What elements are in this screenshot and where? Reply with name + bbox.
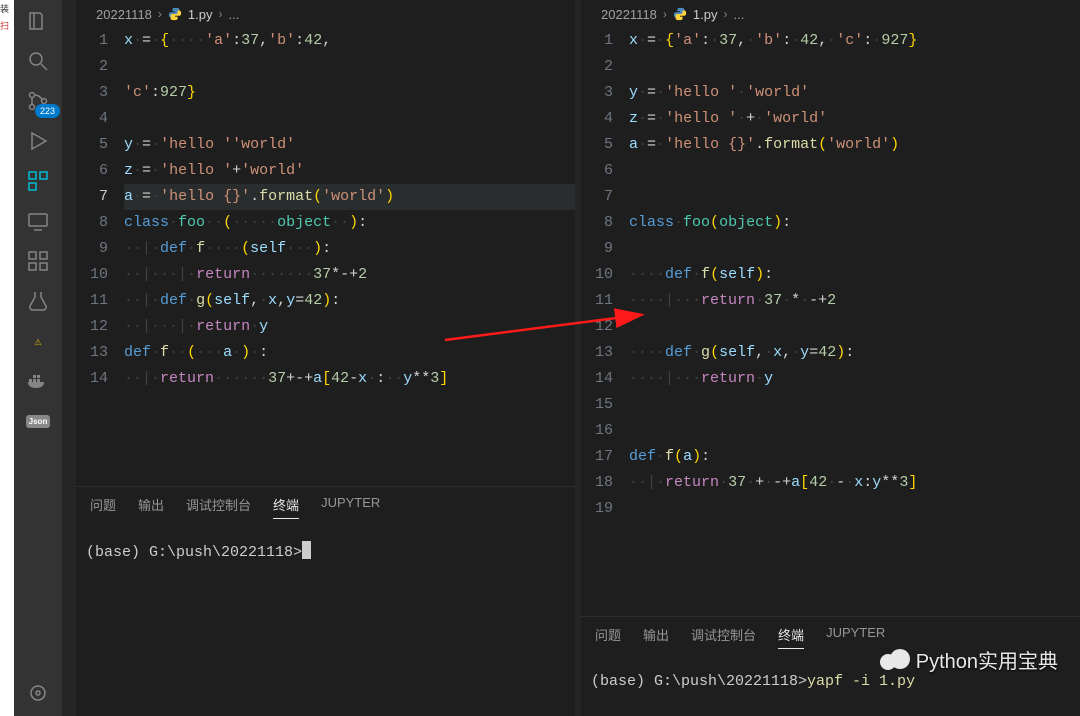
remote-icon[interactable] (25, 208, 51, 234)
breadcrumbs-left[interactable]: 20221118 › 1.py › ... (76, 0, 575, 28)
code-content[interactable]: x·=·{····'a':37,'b':42,'c':927}y·=·'hell… (124, 28, 575, 486)
panel-tab-调试控制台[interactable]: 调试控制台 (691, 625, 756, 649)
warning-icon[interactable]: ⚠ (25, 328, 51, 354)
line-gutter: 1234567891011121314 (76, 28, 124, 486)
code-content[interactable]: x·=·{'a':·37,·'b':·42,·'c':·927}y·=·'hel… (629, 28, 1080, 616)
code-area-left[interactable]: 1234567891011121314 x·=·{····'a':37,'b':… (76, 28, 575, 486)
terminal-prompt: (base) G:\push\20221118> (591, 673, 807, 690)
panel-tab-问题[interactable]: 问题 (595, 625, 621, 649)
terminal-left[interactable]: (base) G:\push\20221118> (76, 527, 575, 716)
docker-icon[interactable] (25, 368, 51, 394)
cropped-left-strip: 装 扫 (0, 0, 14, 716)
panel-tab-JUPYTER[interactable]: JUPYTER (826, 625, 885, 649)
panel-tabs: 问题输出调试控制台终端 JUPYTER (76, 487, 575, 527)
terminal-prompt: (base) G:\push\20221118> (86, 544, 302, 561)
explorer-icon[interactable] (25, 8, 51, 34)
editor-group-right: 20221118 › 1.py › ... 123456789101112131… (581, 0, 1080, 716)
breadcrumb-file[interactable]: 1.py (188, 7, 213, 22)
editor-group-left: 20221118 › 1.py › ... 123456789101112131… (76, 0, 575, 716)
extensions-icon[interactable] (25, 168, 51, 194)
breadcrumb-folder[interactable]: 20221118 (96, 7, 152, 22)
testing-icon[interactable] (25, 288, 51, 314)
chevron-icon: › (724, 7, 728, 21)
breadcrumb-ellipsis[interactable]: ... (734, 7, 745, 22)
run-debug-icon[interactable] (25, 128, 51, 154)
panel-tab-JUPYTER[interactable]: JUPYTER (321, 495, 380, 519)
panel-tab-输出[interactable]: 输出 (138, 495, 164, 519)
panel-tab-终端[interactable]: 终端 (273, 495, 299, 519)
chevron-icon: › (219, 7, 223, 21)
source-control-icon[interactable]: 223 (25, 88, 51, 114)
terminal-command: yapf -i 1.py (807, 673, 915, 690)
watermark: Python实用宝典 (880, 645, 1058, 674)
breadcrumb-ellipsis[interactable]: ... (229, 7, 240, 22)
terminal-cursor (302, 541, 311, 559)
chevron-icon: › (663, 7, 667, 21)
panel-tab-输出[interactable]: 输出 (643, 625, 669, 649)
code-area-right[interactable]: 12345678910111213141516171819 x·=·{'a':·… (581, 28, 1080, 616)
panel-tab-问题[interactable]: 问题 (90, 495, 116, 519)
wechat-icon (880, 647, 910, 673)
breadcrumb-folder[interactable]: 20221118 (601, 7, 657, 22)
scm-badge: 223 (35, 104, 60, 118)
python-file-icon (673, 7, 687, 21)
json-icon[interactable]: Json (25, 408, 51, 434)
activity-bar: 223 ⚠ Json (14, 0, 62, 716)
database-icon[interactable] (25, 248, 51, 274)
line-gutter: 12345678910111213141516171819 (581, 28, 629, 616)
breadcrumbs-right[interactable]: 20221118 › 1.py › ... (581, 0, 1080, 28)
chevron-icon: › (158, 7, 162, 21)
settings-icon[interactable] (25, 680, 51, 706)
panel-tab-调试控制台[interactable]: 调试控制台 (186, 495, 251, 519)
python-file-icon (168, 7, 182, 21)
search-icon[interactable] (25, 48, 51, 74)
main-area: 20221118 › 1.py › ... 123456789101112131… (62, 0, 1080, 716)
panel-left: 问题输出调试控制台终端 JUPYTER (base) G:\push\202211… (76, 486, 575, 716)
breadcrumb-file[interactable]: 1.py (693, 7, 718, 22)
panel-tab-终端[interactable]: 终端 (778, 625, 804, 649)
